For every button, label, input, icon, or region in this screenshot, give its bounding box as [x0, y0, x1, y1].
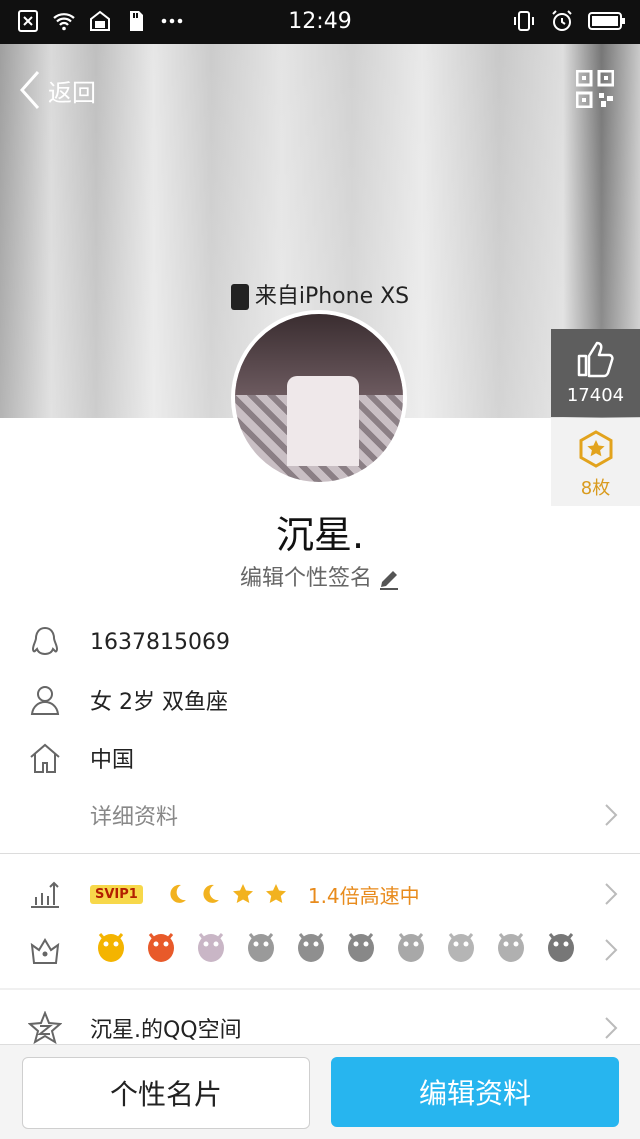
like-button[interactable]: 17404 — [551, 329, 640, 417]
section-gap — [0, 988, 640, 990]
chevron-right-icon — [605, 804, 618, 826]
medal-list — [90, 924, 582, 966]
qzone-star-icon — [28, 1011, 62, 1045]
gift-button[interactable]: 8枚 — [551, 418, 640, 506]
gift-count: 8枚 — [580, 478, 611, 499]
chevron-right-icon — [605, 883, 618, 905]
qq-number: 1637815069 — [90, 629, 230, 655]
vip-row[interactable]: SVIP1 1.4倍高速中 — [0, 866, 640, 922]
speed-text: 1.4倍高速中 — [307, 883, 420, 908]
signature-text: 编辑个性签名 — [239, 566, 372, 591]
details-row[interactable]: 详细资料 — [0, 787, 640, 843]
lv1-lightning-medal — [140, 924, 182, 966]
qq-penguin-medal — [90, 924, 132, 966]
svip-badge: SVIP1 — [90, 884, 143, 904]
chevron-left-icon — [19, 71, 40, 109]
gender-age-row: 女 2岁 双鱼座 — [0, 672, 640, 728]
star-medal-icon — [579, 430, 613, 468]
signature-edit[interactable]: 编辑个性签名 — [0, 560, 640, 592]
crown-icon — [30, 938, 60, 964]
gender-age-text: 女 2岁 双鱼座 — [90, 690, 228, 715]
alarm-icon — [552, 10, 572, 31]
bottom-action-bar: 个性名片 编辑资料 — [0, 1044, 640, 1139]
qzone-label: 沉星.的QQ空间 — [90, 1018, 242, 1043]
phone-icon — [230, 284, 249, 310]
home-icon — [30, 743, 60, 773]
moon-icon — [170, 884, 186, 903]
location-text: 中国 — [90, 748, 135, 773]
avatar[interactable] — [231, 310, 407, 486]
star-icon — [265, 884, 286, 903]
gray-penguin-medal-2 — [290, 924, 332, 966]
edit-profile-button[interactable]: 编辑资料 — [331, 1057, 619, 1127]
device-label: 来自iPhone XS — [0, 278, 640, 310]
vibrate-icon — [514, 11, 534, 31]
qq-penguin-icon — [31, 626, 59, 656]
heart-diamond-medal — [190, 924, 232, 966]
device-text: 来自iPhone XS — [254, 284, 410, 309]
chevron-right-icon — [605, 1017, 618, 1039]
nickname: 沉星. — [275, 513, 365, 557]
bar-chart-up-icon — [31, 881, 59, 908]
avatar-shirt — [287, 376, 359, 466]
crown-penguin-medal — [540, 924, 582, 966]
back-button[interactable]: 返回 — [18, 70, 96, 110]
gray-star-medal — [490, 924, 532, 966]
star-icon — [232, 884, 253, 903]
location-row: 中国 — [0, 730, 640, 786]
pencil-icon — [380, 571, 398, 590]
gray-penguin-medal-1 — [240, 924, 282, 966]
status-bar: 12:49 — [0, 0, 640, 44]
battery-icon — [588, 12, 625, 30]
vip-level-group: SVIP1 1.4倍高速中 — [90, 880, 420, 909]
person-icon — [30, 686, 60, 715]
moon-icon — [203, 884, 219, 903]
status-right-icons — [512, 9, 626, 33]
vip1-medal — [390, 924, 432, 966]
gray-penguin-medal-3 — [340, 924, 382, 966]
chevron-right-icon — [605, 939, 618, 961]
like-count: 17404 — [566, 385, 625, 406]
qr-code-icon[interactable] — [576, 70, 614, 108]
gray-diamond-medal — [440, 924, 482, 966]
thumbs-up-icon — [577, 341, 614, 378]
personal-card-button[interactable]: 个性名片 — [22, 1057, 310, 1129]
details-label: 详细资料 — [90, 805, 179, 830]
section-divider — [0, 853, 640, 854]
qq-number-row: 1637815069 — [0, 614, 640, 670]
back-label: 返回 — [48, 78, 96, 107]
